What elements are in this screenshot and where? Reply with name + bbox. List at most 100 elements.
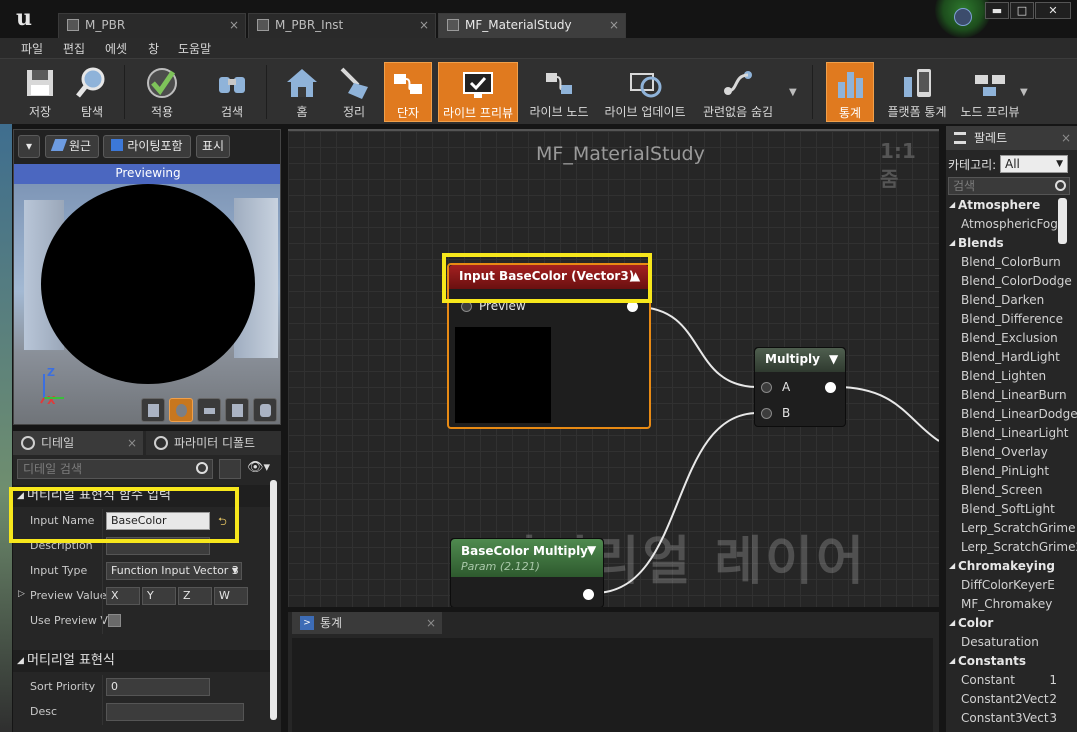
live-nodes-button[interactable]: 라이브 노드	[526, 62, 592, 122]
show-button[interactable]: 표시	[196, 135, 230, 158]
close-icon[interactable]: ×	[609, 14, 619, 36]
palette-scrollbar[interactable]	[1058, 198, 1067, 244]
platform-stats-button[interactable]: 플랫폼 통계	[884, 62, 950, 122]
apply-button[interactable]: 적용	[138, 62, 186, 122]
stats-button[interactable]: 통계	[826, 62, 874, 122]
custom-mesh-preview-button[interactable]	[253, 398, 277, 422]
preview-value-x[interactable]: X	[106, 587, 140, 605]
palette-item[interactable]: Blend_SoftLight	[946, 502, 1077, 521]
output-pin[interactable]	[583, 589, 594, 600]
palette-category[interactable]: ◢ Constants	[946, 654, 1077, 673]
palette-item[interactable]: Constant 1	[946, 673, 1077, 692]
palette-item[interactable]: Blend_Darken	[946, 293, 1077, 312]
lighting-button[interactable]: 라이팅포함	[103, 135, 191, 158]
home-button[interactable]: 홈	[280, 62, 324, 122]
property-matrix-button[interactable]	[219, 459, 241, 479]
preview-value-z[interactable]: Z	[178, 587, 212, 605]
live-preview-button[interactable]: 라이브 프리뷰	[438, 62, 518, 122]
preview-sphere	[41, 184, 255, 384]
maximize-button[interactable]: □	[1010, 2, 1034, 19]
palette-item[interactable]: Blend_ColorDodge	[946, 274, 1077, 293]
use-preview-checkbox[interactable]	[108, 614, 121, 627]
visibility-eye-icon[interactable]: 👁▾	[247, 460, 270, 475]
collapse-arrow-icon[interactable]: ▼	[829, 352, 838, 366]
details-search-input[interactable]: 디테일 검색	[17, 459, 213, 479]
details-scrollbar[interactable]	[270, 480, 277, 720]
palette-item[interactable]: Blend_Overlay	[946, 445, 1077, 464]
palette-item[interactable]: Blend_LinearDodge	[946, 407, 1077, 426]
cylinder-preview-button[interactable]	[141, 398, 165, 422]
unreal-logo-icon[interactable]: u	[10, 4, 38, 32]
close-icon[interactable]: ×	[229, 14, 239, 36]
palette-item[interactable]: Blend_Difference	[946, 312, 1077, 331]
preview-value-y[interactable]: Y	[142, 587, 176, 605]
category-dropdown[interactable]: All ▼	[1000, 155, 1068, 173]
sphere-preview-button[interactable]	[169, 398, 193, 422]
palette-item[interactable]: Blend_Lighten	[946, 369, 1077, 388]
preview-value-w[interactable]: W	[214, 587, 248, 605]
tab-palette[interactable]: 팔레트 ×	[946, 126, 1077, 150]
palette-item[interactable]: Blend_ColorBurn	[946, 255, 1077, 274]
close-icon[interactable]: ×	[419, 14, 429, 36]
close-icon[interactable]: ×	[1061, 126, 1071, 150]
sort-priority-field[interactable]: 0	[106, 678, 210, 696]
menu-window[interactable]: 창	[148, 40, 159, 57]
tab-parameter-defaults[interactable]: 파라미터 디폴트	[146, 431, 281, 455]
hide-unrelated-button[interactable]: 관련없음 숨김	[698, 62, 778, 122]
palette-item[interactable]: Desaturation	[946, 635, 1077, 654]
input-pin-a[interactable]	[761, 382, 772, 393]
palette-item[interactable]: Lerp_ScratchGrime2	[946, 540, 1077, 559]
search-button[interactable]: 검색	[208, 62, 256, 122]
palette-search-input[interactable]: 검색	[948, 177, 1070, 195]
palette-item[interactable]: DiffColorKeyerE	[946, 578, 1077, 597]
chevron-down-icon[interactable]: ▼	[789, 87, 797, 98]
chevron-down-icon[interactable]: ▼	[1020, 87, 1028, 98]
input-type-dropdown[interactable]: Function Input Vector 3 ▼	[106, 562, 242, 580]
cleanup-button[interactable]: 정리	[332, 62, 376, 122]
palette-category[interactable]: ◢ Chromakeying	[946, 559, 1077, 578]
preview-viewport[interactable]: ▾ 원근 라이팅포함 표시 Previewing Z X	[13, 129, 281, 425]
palette-category[interactable]: ◢ Color	[946, 616, 1077, 635]
live-update-button[interactable]: 라이브 업데이트	[602, 62, 688, 122]
connectors-button[interactable]: 단자	[384, 62, 432, 122]
tab-stats[interactable]: > 통계 ×	[292, 612, 442, 634]
tab-m-pbr-inst[interactable]: M_PBR_Inst ×	[248, 13, 436, 38]
viewport-options-button[interactable]: ▾	[18, 135, 40, 158]
collapse-arrow-icon[interactable]: ▼	[587, 543, 596, 557]
node-preview-button[interactable]: 노드 프리뷰	[958, 62, 1022, 122]
menu-help[interactable]: 도움말	[178, 40, 211, 57]
palette-item[interactable]: Blend_LinearBurn	[946, 388, 1077, 407]
plane-preview-button[interactable]	[197, 398, 221, 422]
close-icon[interactable]: ×	[127, 431, 137, 455]
expand-arrow-icon[interactable]: ▷	[18, 589, 25, 599]
section-material-expression[interactable]: ◢ 머티리얼 표현식	[13, 650, 275, 672]
desc-field[interactable]	[106, 703, 244, 721]
palette-item[interactable]: Blend_HardLight	[946, 350, 1077, 369]
cube-preview-button[interactable]	[225, 398, 249, 422]
menu-file[interactable]: 파일	[21, 40, 43, 57]
tab-details[interactable]: 디테일 ×	[13, 431, 143, 455]
palette-item[interactable]: Blend_Screen	[946, 483, 1077, 502]
menu-edit[interactable]: 편집	[63, 40, 85, 57]
palette-item[interactable]: Constant2Vect 2	[946, 692, 1077, 711]
material-graph-canvas[interactable]: MF_MaterialStudy 1:1 줌 머티리얼 레이어 Input Ba…	[288, 129, 939, 607]
palette-item[interactable]: Constant3Vect 3	[946, 711, 1077, 730]
palette-item[interactable]: Blend_Exclusion	[946, 331, 1077, 350]
node-multiply[interactable]: Multiply ▼ A B	[754, 347, 846, 427]
save-button[interactable]: 저장	[18, 62, 62, 122]
menu-asset[interactable]: 에셋	[105, 40, 127, 57]
minimize-button[interactable]: ▬	[985, 2, 1009, 19]
node-basecolor-multiply[interactable]: BaseColor Multiply Param (2.121) ▼	[450, 538, 604, 607]
palette-item[interactable]: Blend_LinearLight	[946, 426, 1077, 445]
close-window-button[interactable]: ✕	[1035, 2, 1071, 19]
tab-mf-materialstudy[interactable]: MF_MaterialStudy ×	[438, 13, 626, 38]
output-pin[interactable]	[825, 382, 836, 393]
perspective-button[interactable]: 원근	[45, 135, 99, 158]
browse-button[interactable]: 탐색	[70, 62, 114, 122]
palette-item[interactable]: MF_Chromakey	[946, 597, 1077, 616]
input-pin-b[interactable]	[761, 408, 772, 419]
palette-item[interactable]: Lerp_ScratchGrime	[946, 521, 1077, 540]
palette-item[interactable]: Blend_PinLight	[946, 464, 1077, 483]
close-icon[interactable]: ×	[426, 612, 436, 634]
tab-m-pbr[interactable]: M_PBR ×	[58, 13, 246, 38]
